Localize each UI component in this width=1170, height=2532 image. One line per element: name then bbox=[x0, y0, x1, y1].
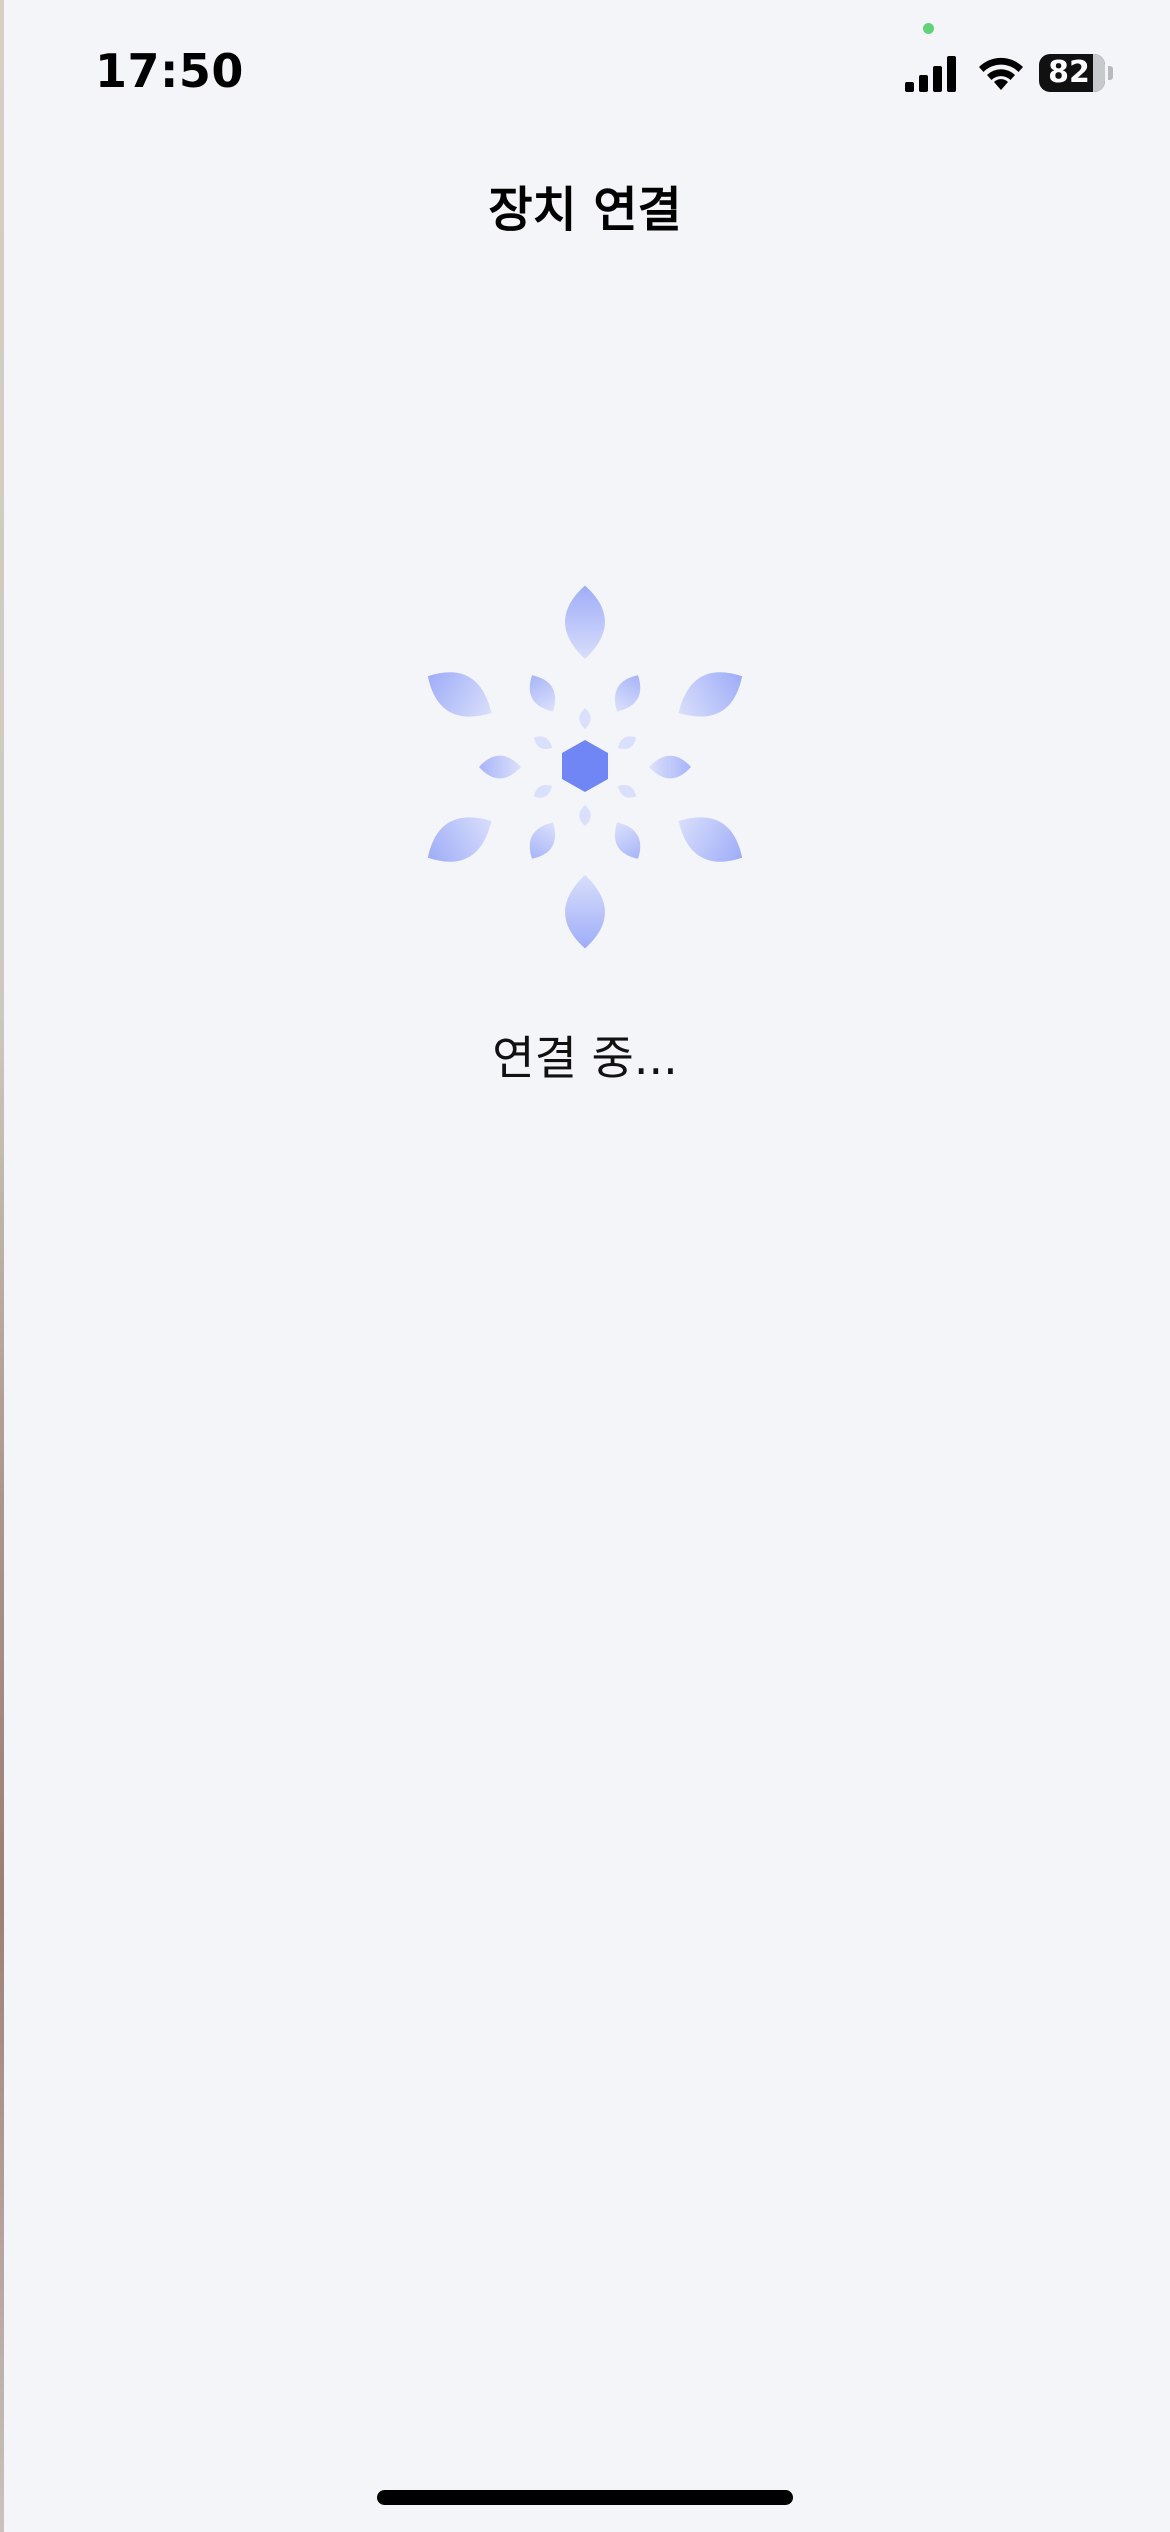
loader-outer-petal bbox=[427, 672, 492, 717]
status-bar: 17:50 82 bbox=[0, 0, 1170, 150]
status-time: 17:50 bbox=[95, 44, 244, 98]
loader-mid-petal bbox=[529, 675, 556, 712]
page-title: 장치 연결 bbox=[488, 182, 682, 238]
loader-inner-petal bbox=[617, 784, 637, 798]
loader-inner-petal bbox=[617, 736, 637, 750]
loader-outer-petal bbox=[678, 672, 743, 717]
loader-outer-petal bbox=[427, 817, 492, 862]
loader-mid-petal bbox=[479, 755, 521, 779]
signal-icon bbox=[905, 56, 956, 92]
loader-inner-petal bbox=[533, 784, 553, 798]
loading-spinner-icon bbox=[427, 585, 743, 949]
connecting-status-text: 연결 중... bbox=[492, 1031, 678, 1085]
loader-outer-petal bbox=[565, 585, 605, 659]
loader-mid-petal bbox=[529, 822, 556, 859]
loader-outer-petal bbox=[565, 875, 605, 949]
loader-mid-petal bbox=[614, 675, 641, 712]
loader-mid-petal bbox=[614, 822, 641, 859]
battery-icon: 82 bbox=[1039, 54, 1113, 94]
loader-inner-petal bbox=[579, 805, 591, 826]
battery-percent: 82 bbox=[1048, 55, 1090, 90]
home-indicator[interactable] bbox=[377, 2490, 793, 2505]
connecting-screen: 17:50 82 장치 연결 연결 중... bbox=[0, 0, 1170, 2532]
loader-outer-petal bbox=[678, 817, 743, 862]
loader-inner-petal bbox=[533, 736, 553, 750]
wifi-icon bbox=[979, 57, 1023, 90]
loader-inner-petal bbox=[579, 708, 591, 729]
loader-mid-petal bbox=[649, 755, 691, 779]
loader-center-hex bbox=[562, 740, 608, 792]
privacy-indicator-dot bbox=[923, 23, 934, 34]
edge-strip bbox=[0, 0, 4, 2532]
